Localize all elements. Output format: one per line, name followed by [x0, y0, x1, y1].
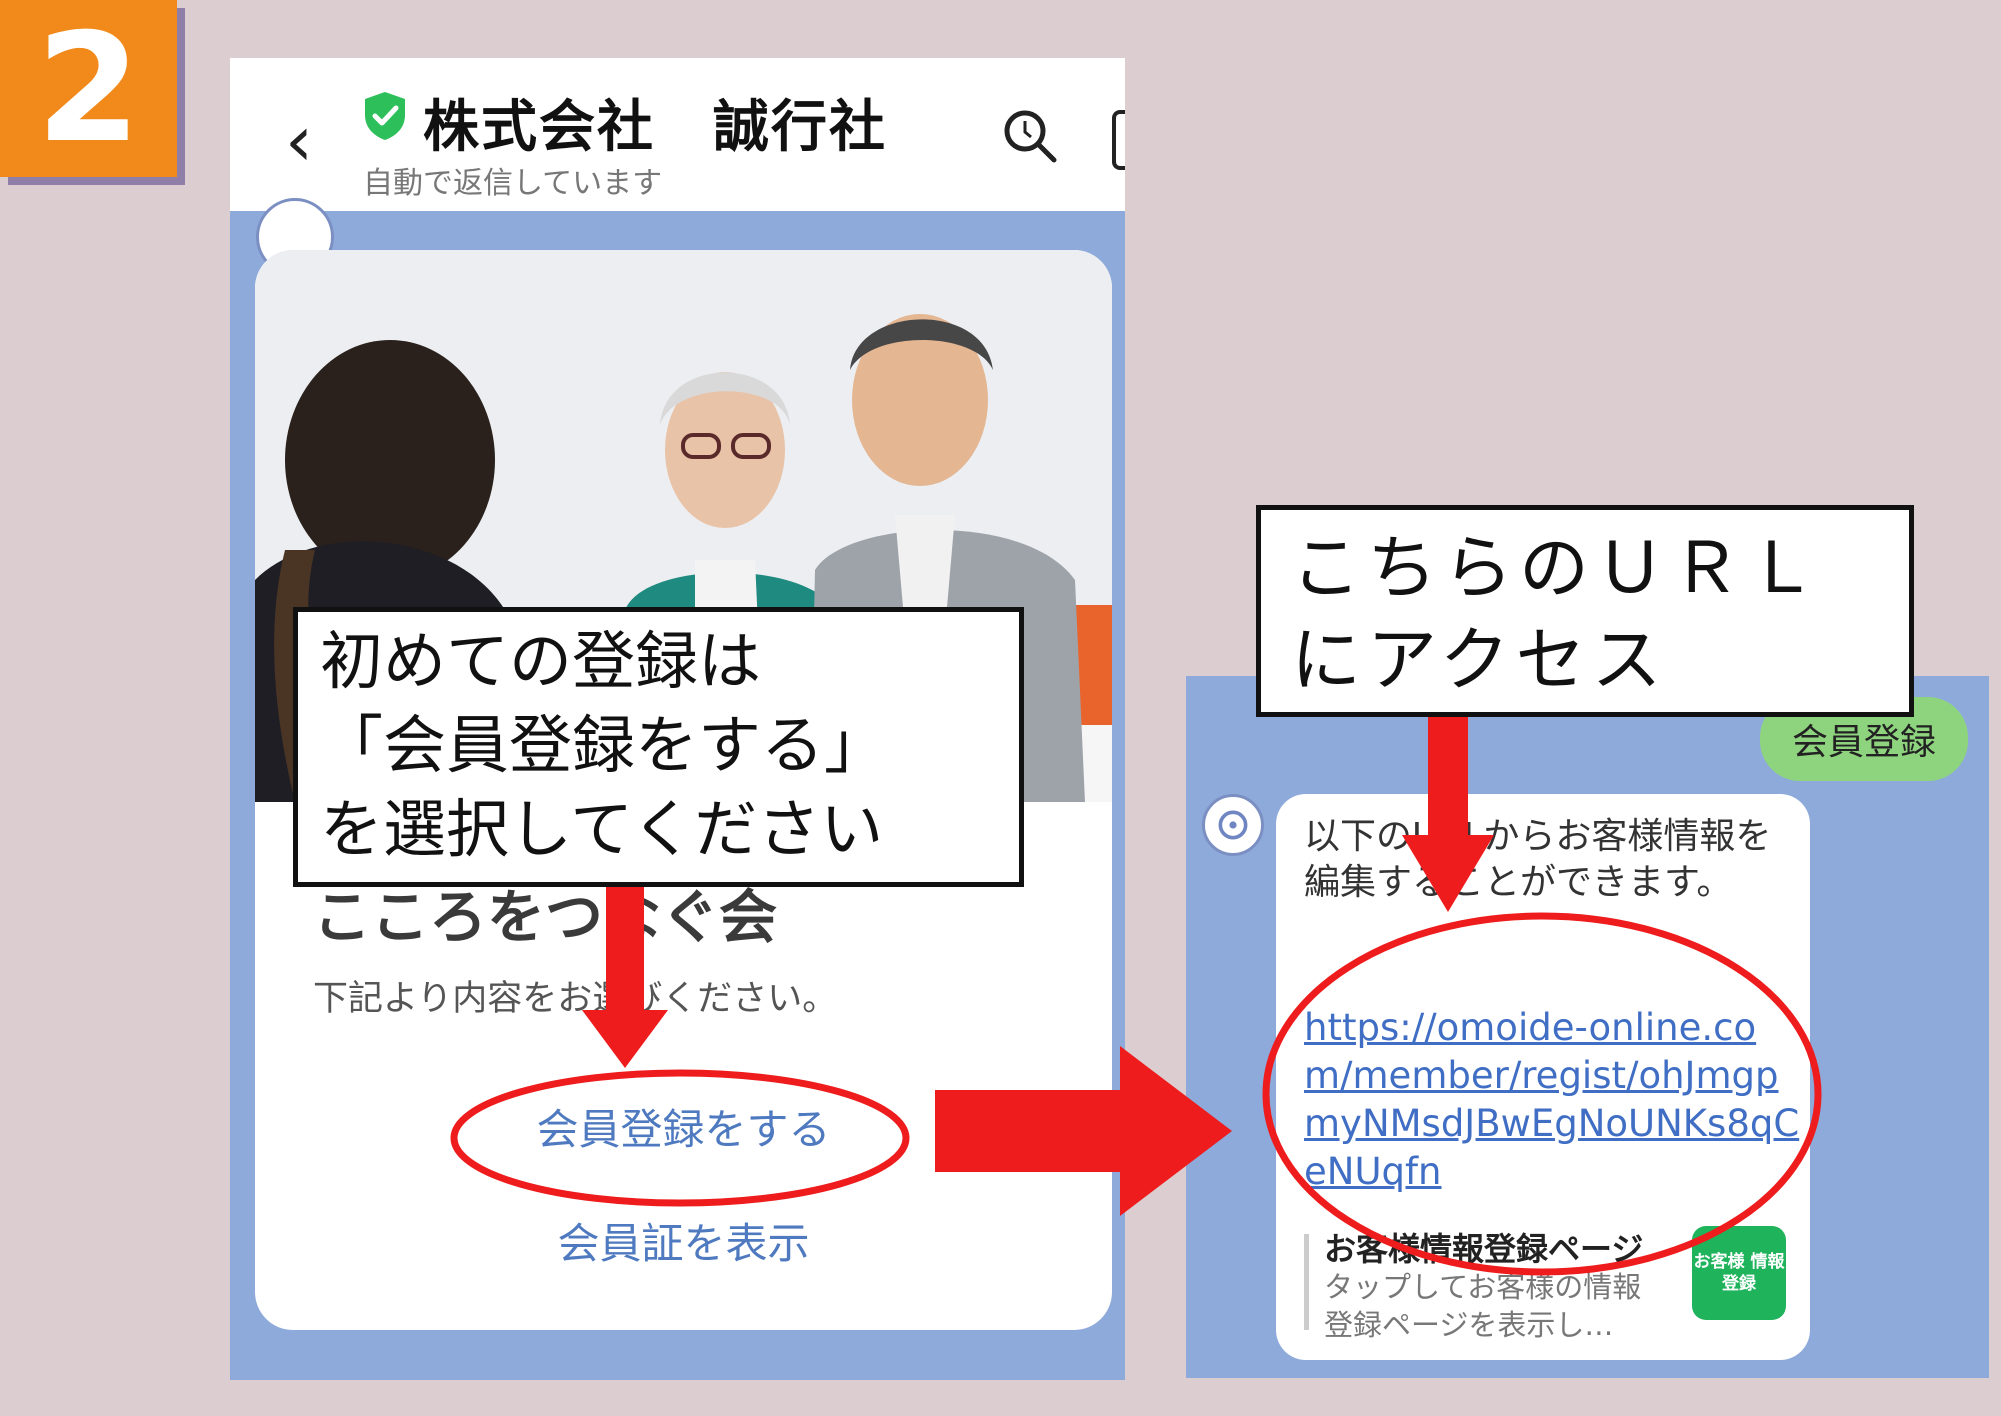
callout-line: 初めての登録は [320, 625, 761, 698]
menu-icon[interactable] [1112, 110, 1125, 170]
link-preview-description[interactable]: タップしてお客様の情報登録ページを表示し… [1324, 1268, 1664, 1344]
instruction-callout-2: こちらのＵＲＬ にアクセス [1256, 505, 1914, 717]
callout-line: を選択してください [320, 793, 884, 866]
callout-line: こちらのＵＲＬ [1291, 527, 1823, 609]
card-description: 下記より内容をお選びください。 [313, 979, 838, 1019]
chat-header: ‹ 株式会社 誠行社 自動で返信しています [230, 58, 1125, 211]
account-avatar-icon [1202, 794, 1264, 856]
callout-line: 「会員登録をする」 [320, 709, 887, 782]
link-preview-thumbnail[interactable]: お客様 情報登録 [1692, 1226, 1786, 1320]
chat-screen-2: 会員登録 以下のURLからお客様情報を編集することができます。 https://… [1186, 676, 1989, 1378]
instruction-callout-1: 初めての登録は 「会員登録をする」 を選択してください [293, 607, 1024, 887]
show-member-card-button[interactable]: 会員証を表示 [255, 1210, 1112, 1271]
account-name: 株式会社 誠行社 [423, 95, 887, 160]
reply-text: 以下のURLからお客様情報を編集することができます。 [1304, 816, 1772, 903]
reply-message-bubble: 以下のURLからお客様情報を編集することができます。 https://omoid… [1276, 794, 1810, 1360]
link-preview-title[interactable]: お客様情報登録ページ [1324, 1224, 1643, 1270]
callout-line: にアクセス [1291, 619, 1668, 701]
step-number-badge: 2 [0, 0, 177, 177]
link-preview-divider [1304, 1234, 1309, 1330]
verified-shield-icon [365, 92, 405, 140]
search-icon[interactable] [1000, 106, 1060, 166]
back-arrow-icon[interactable]: ‹ [285, 106, 313, 176]
registration-url-link[interactable]: https://omoide-online.com/member/regist/… [1304, 1004, 1804, 1196]
auto-reply-status: 自動で返信しています [363, 166, 663, 201]
register-member-button[interactable]: 会員登録をする [255, 1096, 1112, 1157]
